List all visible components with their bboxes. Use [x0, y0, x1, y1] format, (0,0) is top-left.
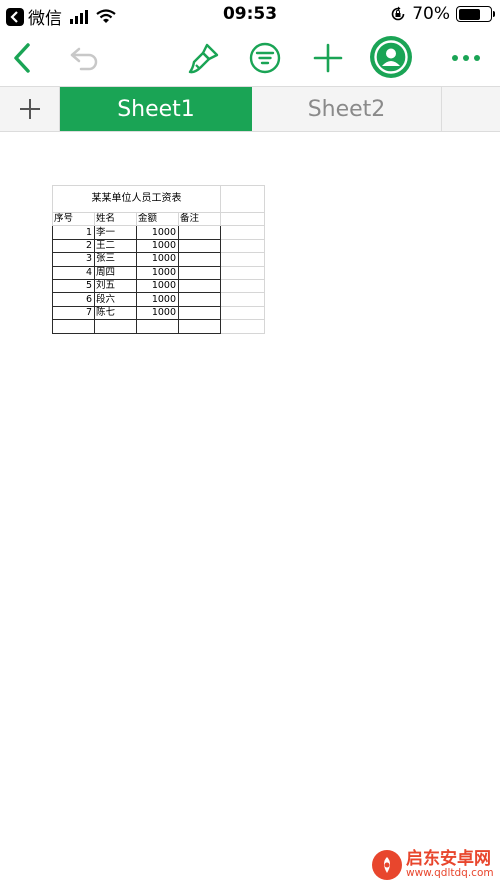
cell-note[interactable]	[178, 238, 221, 254]
cell-name[interactable]: 张三	[94, 252, 137, 267]
cell[interactable]	[220, 211, 265, 227]
plus-icon	[19, 99, 40, 119]
cell-amount[interactable]: 1000	[136, 225, 179, 240]
format-brush-icon[interactable]	[184, 38, 224, 78]
cell-no[interactable]: 7	[52, 305, 95, 321]
cell-no[interactable]: 5	[52, 278, 95, 294]
sheet-title[interactable]: 某某单位人员工资表	[52, 185, 221, 213]
cell-note[interactable]	[178, 292, 221, 307]
cell-name[interactable]: 李一	[94, 225, 137, 240]
toolbar	[0, 30, 500, 86]
collaborator-icon[interactable]	[368, 34, 414, 80]
watermark-logo-icon	[372, 850, 402, 880]
table-row: 5 刘五 1000	[52, 278, 265, 294]
header-row: 序号 姓名 金额 备注	[52, 211, 265, 227]
cell[interactable]	[220, 305, 265, 321]
cell-name[interactable]: 刘五	[94, 278, 137, 294]
watermark-title: 启东安卓网	[406, 848, 491, 869]
cell[interactable]	[220, 292, 265, 307]
header-note[interactable]: 备注	[178, 211, 221, 227]
table-row: 7 陈七 1000	[52, 305, 265, 321]
cell-amount[interactable]: 1000	[136, 292, 179, 307]
cell[interactable]	[220, 265, 265, 280]
cell-note[interactable]	[178, 305, 221, 321]
cell-note[interactable]	[178, 225, 221, 240]
battery-fill	[458, 8, 481, 20]
battery-percent: 70%	[412, 4, 450, 24]
table-row: 3 张三 1000	[52, 252, 265, 267]
cell-amount[interactable]: 1000	[136, 252, 179, 267]
cell-amount[interactable]: 1000	[136, 238, 179, 254]
cell[interactable]	[220, 238, 265, 254]
add-icon[interactable]	[308, 38, 348, 78]
watermark-url: www.qdltdq.com	[406, 867, 494, 880]
header-amount[interactable]: 金额	[136, 211, 179, 227]
cell[interactable]	[178, 319, 221, 334]
cell-name[interactable]: 段六	[94, 292, 137, 307]
cell-no[interactable]: 6	[52, 292, 95, 307]
add-sheet-button[interactable]	[0, 87, 60, 131]
cell[interactable]	[220, 225, 265, 240]
back-icon[interactable]	[2, 38, 42, 78]
cell-note[interactable]	[178, 265, 221, 280]
cell[interactable]	[220, 278, 265, 294]
cell[interactable]	[136, 319, 179, 334]
filter-icon[interactable]	[245, 38, 285, 78]
table-row: 2 王二 1000	[52, 238, 265, 254]
cell-name[interactable]: 陈七	[94, 305, 137, 321]
cell-amount[interactable]: 1000	[136, 278, 179, 294]
cell-name[interactable]: 周四	[94, 265, 137, 280]
table-row: 4 周四 1000	[52, 265, 265, 280]
status-bar: 微信 09:53 70%	[0, 0, 500, 30]
rotation-lock-icon	[390, 6, 406, 22]
battery-icon	[456, 6, 495, 22]
cell[interactable]	[220, 185, 265, 213]
tab-sheet1[interactable]: Sheet1	[60, 87, 252, 131]
undo-icon[interactable]	[64, 38, 104, 78]
cell-amount[interactable]: 1000	[136, 305, 179, 321]
watermark: 启东安卓网 www.qdltdq.com	[372, 850, 494, 880]
status-bar-right: 70%	[390, 4, 495, 24]
cell-no[interactable]: 3	[52, 252, 95, 267]
cell-no[interactable]: 4	[52, 265, 95, 280]
cell-no[interactable]: 1	[52, 225, 95, 240]
tab-sheet2[interactable]: Sheet2	[252, 87, 442, 131]
cell-no[interactable]: 2	[52, 238, 95, 254]
cell[interactable]	[52, 319, 95, 334]
spreadsheet-grid[interactable]: 某某单位人员工资表 序号 姓名 金额 备注 1 李一 1000 2 王二 100…	[52, 185, 265, 334]
cell[interactable]	[220, 252, 265, 267]
more-icon[interactable]	[446, 38, 486, 78]
sheet-tabs: Sheet1 Sheet2	[0, 86, 500, 132]
watermark-text: 启东安卓网 www.qdltdq.com	[406, 848, 494, 880]
header-name[interactable]: 姓名	[94, 211, 137, 227]
cell-note[interactable]	[178, 278, 221, 294]
header-no[interactable]: 序号	[52, 211, 95, 227]
cell-amount[interactable]: 1000	[136, 265, 179, 280]
cell[interactable]	[220, 319, 265, 334]
table-row	[52, 319, 265, 334]
cell-note[interactable]	[178, 252, 221, 267]
table-row: 6 段六 1000	[52, 292, 265, 307]
cell[interactable]	[94, 319, 137, 334]
table-row: 1 李一 1000	[52, 225, 265, 240]
cell-name[interactable]: 王二	[94, 238, 137, 254]
